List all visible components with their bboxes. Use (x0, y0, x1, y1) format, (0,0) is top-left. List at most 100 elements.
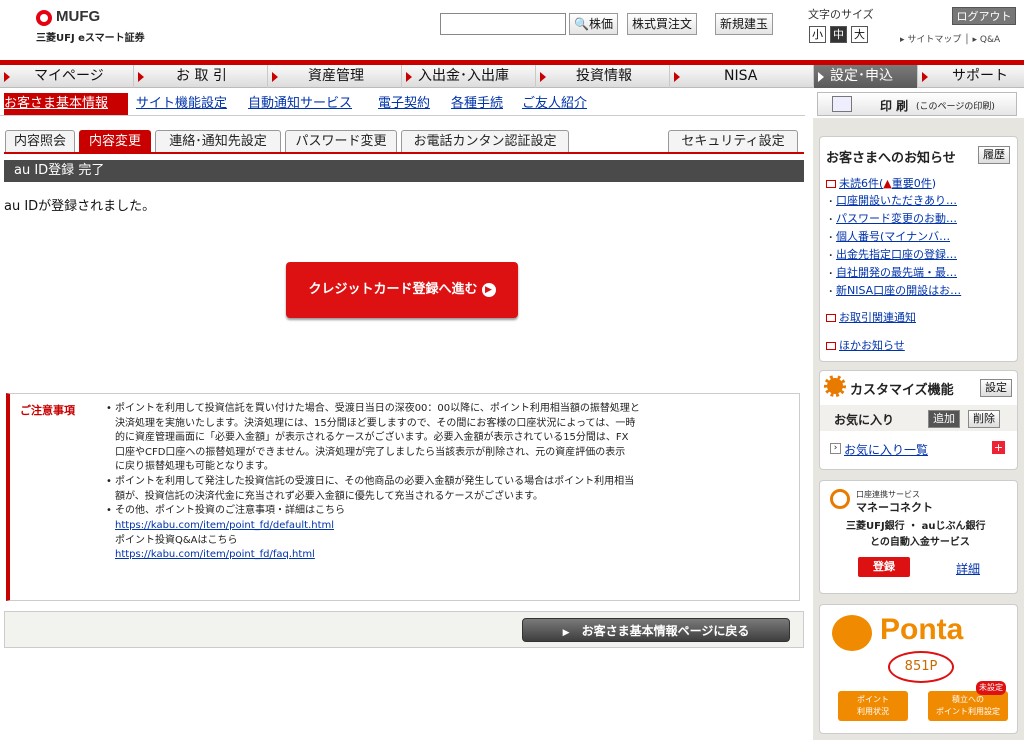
tab-password[interactable]: パスワード変更 (285, 130, 397, 152)
nav-label: お 取 引 (176, 68, 227, 84)
bullet: ･ (828, 249, 834, 262)
point-fd-default-link[interactable]: https://kabu.com/item/point_fd/default.h… (115, 520, 334, 531)
news-item[interactable]: 個人番号(マイナンバ… (836, 228, 950, 244)
news-item[interactable]: パスワード変更のお動… (836, 210, 957, 226)
triangle-icon (818, 72, 824, 82)
mc-register-button[interactable]: 登録 (858, 557, 910, 577)
print-button[interactable]: 印 刷 (このページの印刷) (817, 92, 1017, 116)
brand-sub: 三菱UFJ eスマート証券 (36, 33, 145, 44)
nav-info[interactable]: 投資情報 (536, 65, 670, 88)
trade-notice-link[interactable]: お取引関連通知 (839, 311, 916, 324)
nav-assets[interactable]: 資産管理 (268, 65, 402, 88)
nav-label: マイページ (34, 68, 104, 84)
tab-view[interactable]: 内容照会 (5, 130, 75, 152)
news-item[interactable]: 自社開発の最先端・最… (836, 264, 957, 280)
success-message: au IDが登録されました。 (4, 199, 156, 214)
triangle-icon (406, 72, 412, 82)
bullet: ･ (828, 213, 834, 226)
subnav-procedures[interactable]: 各種手続 (451, 93, 503, 115)
font-size-small[interactable]: 小 (809, 26, 826, 43)
back-to-basic-info-button[interactable]: ▶ お客さま基本情報ページに戻る (522, 618, 790, 642)
point-setting-button[interactable]: 積立への ポイント利用設定 (928, 691, 1008, 721)
font-size-label: 文字のサイズ (808, 8, 874, 21)
arrow-right-icon: ▶ (562, 628, 570, 638)
notice-line: 額が、投資信託の決済代金に充当されず必要入金額に優先して充当されるケースがござい… (115, 490, 543, 502)
nav-trade[interactable]: お 取 引 (134, 65, 268, 88)
cc-button-label: クレジットカード登録へ進む (308, 282, 478, 297)
buy-order-button[interactable]: 株式買注文 (627, 13, 698, 35)
info-panel-title: お客さまへのお知らせ (826, 151, 956, 166)
point-setting-label-1: 積立への (952, 695, 984, 704)
nav-deposit[interactable]: 入出金･入出庫 (402, 65, 536, 88)
news-item[interactable]: 口座開設いただきあり… (836, 192, 957, 208)
favorites-add-button[interactable]: 追加 (928, 410, 960, 428)
nav-label: 設定･申込 (830, 68, 893, 84)
stock-search-input[interactable] (440, 13, 566, 35)
nav-mypage[interactable]: マイページ (0, 65, 134, 88)
subnav-site-settings[interactable]: サイト機能設定 (136, 93, 227, 115)
triangle-icon (138, 72, 144, 82)
mc-detail-link[interactable]: 詳細 (956, 560, 980, 577)
subnav-e-contract[interactable]: 電子契約 (378, 93, 430, 115)
subnav-auto-notify[interactable]: 自動通知サービス (248, 93, 352, 115)
mufg-logo[interactable]: MUFG 三菱UFJ eスマート証券 (36, 8, 206, 44)
logout-button[interactable]: ログアウト (952, 7, 1016, 25)
point-status-button[interactable]: ポイント 利用状況 (838, 691, 908, 721)
notice-line: 的に資産管理画面に「必要入金額」が表示されるケースがございます。必要入金額が表示… (115, 432, 629, 444)
subnav-basic-info[interactable]: お客さま基本情報 (4, 93, 128, 115)
notice-line: 口座やCFD口座への振替処理ができません。決済処理が完了しましたら当該表示が削除… (115, 446, 626, 458)
new-position-button[interactable]: 新規建玉 (715, 13, 774, 35)
page-title: au ID登録 完了 (4, 160, 804, 182)
tab-security[interactable]: セキュリティ設定 (668, 130, 798, 152)
notice-link-2[interactable]: https://kabu.com/item/point_fd/faq.html (115, 548, 315, 563)
nav-label: 入出金･入出庫 (418, 68, 509, 84)
print-label: 印 刷 (880, 99, 909, 113)
bullet: • (106, 505, 112, 516)
plus-icon[interactable]: + (992, 441, 1005, 454)
point-fd-faq-link[interactable]: https://kabu.com/item/point_fd/faq.html (115, 549, 315, 560)
unread-link[interactable]: 未読6件( (839, 177, 883, 190)
nav-support[interactable]: サポート (918, 65, 1024, 88)
sub-nav: お客さま基本情報 サイト機能設定 自動通知サービス 電子契約 各種手続 ご友人紹… (0, 93, 805, 116)
warning-icon: ▲ (883, 177, 892, 190)
news-item[interactable]: 出金先指定口座の登録… (836, 246, 957, 262)
stock-price-button[interactable]: 🔍株価 (569, 13, 618, 35)
bullet: ･ (828, 195, 834, 208)
brand-name: MUFG (56, 8, 101, 25)
mc-desc-1: 三菱UFJ銀行 ・ auじぶん銀行 (846, 521, 986, 532)
search-icon: 🔍 (574, 17, 589, 31)
font-size-large[interactable]: 大 (851, 26, 868, 43)
important-link[interactable]: 重要0件 (892, 177, 932, 190)
nav-settings[interactable]: 設定･申込 (814, 65, 918, 88)
favorites-delete-button[interactable]: 削除 (968, 410, 1000, 428)
triangle-icon (540, 72, 546, 82)
tab-phone-auth[interactable]: お電話カンタン認証設定 (401, 130, 569, 152)
customize-setting-button[interactable]: 設定 (980, 379, 1012, 397)
stock-price-label: 株価 (588, 17, 613, 31)
news-item[interactable]: 新NISA口座の開設はお… (836, 282, 961, 298)
money-connect-panel: 口座連携サービス マネーコネクト 三菱UFJ銀行 ・ auじぶん銀行 との自動入… (819, 480, 1018, 594)
sitemap-qa-links[interactable]: ▸ サイトマップ │ ▸ Q&A (900, 32, 1000, 45)
nav-nisa[interactable]: NISA (670, 65, 814, 88)
notice-label: ご注意事項 (20, 404, 75, 417)
printer-icon (832, 96, 852, 112)
font-size-medium[interactable]: 中 (830, 26, 847, 43)
tab-contact[interactable]: 連絡･通知先設定 (155, 130, 281, 152)
history-button[interactable]: 履歴 (978, 146, 1010, 164)
nav-label: 資産管理 (308, 68, 364, 84)
subnav-referral[interactable]: ご友人紹介 (522, 93, 587, 115)
trade-notice-row[interactable]: お取引関連通知 (826, 309, 916, 325)
ponta-raccoon-icon (832, 615, 872, 651)
notice-box: ご注意事項 • ポイントを利用して投資信託を買い付けた場合、受渡日当日の深夜00… (6, 393, 800, 601)
tab-edit[interactable]: 内容変更 (79, 130, 151, 152)
other-notice-link[interactable]: ほかお知らせ (839, 339, 905, 352)
mc-desc-2: との自動入金サービス (870, 537, 970, 548)
ponta-logo: Ponta (880, 613, 964, 646)
favorites-list-link[interactable]: お気に入り一覧 (844, 441, 928, 458)
credit-card-register-button[interactable]: クレジットカード登録へ進む ▶ (286, 262, 518, 318)
unread-row[interactable]: 未読6件(▲重要0件) (826, 175, 936, 191)
other-notice-row[interactable]: ほかお知らせ (826, 337, 905, 353)
ponta-points: 851P (888, 651, 954, 683)
notice-link-1[interactable]: https://kabu.com/item/point_fd/default.h… (115, 519, 334, 534)
gear-icon (824, 375, 846, 397)
